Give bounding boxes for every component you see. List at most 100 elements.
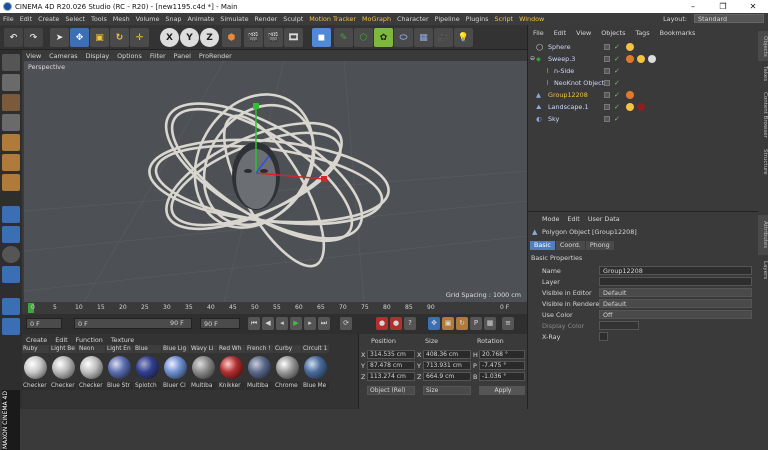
material-menu-create[interactable]: Create — [22, 336, 51, 344]
viewport[interactable]: Perspective Grid Spacing : 1000 cm — [24, 61, 527, 302]
material-swatch[interactable]: Circuit 1 Blue Me — [302, 345, 329, 407]
select-arrow-icon[interactable]: ➤ — [50, 28, 69, 47]
play-icon[interactable]: ▶ — [290, 317, 302, 330]
menu-plugins[interactable]: Plugins — [463, 15, 492, 23]
material-swatch[interactable]: Ruby Checker — [22, 345, 49, 407]
visibility-toggle[interactable] — [604, 80, 610, 86]
objects-menu-tags[interactable]: Tags — [630, 29, 654, 39]
objects-menu-file[interactable]: File — [528, 29, 549, 39]
menu-file[interactable]: File — [0, 15, 17, 23]
viewport-menu-view[interactable]: View — [22, 52, 45, 60]
material-tag-icon[interactable] — [637, 103, 645, 111]
material-tag-icon[interactable] — [626, 91, 634, 99]
texture-mode-icon[interactable] — [2, 94, 20, 111]
scale-tool-icon[interactable]: ▣ — [90, 28, 109, 47]
rotation-h-field[interactable]: 20.768 ° — [479, 350, 525, 359]
object-row-sphere[interactable]: ◯ Sphere ✓ — [528, 41, 758, 53]
rotation-p-field[interactable]: -7.475 ° — [479, 361, 525, 370]
viewport-menu-cameras[interactable]: Cameras — [45, 52, 81, 60]
size-z-field[interactable]: 664.9 cm — [423, 372, 471, 381]
material-swatch[interactable]: Neon Checker — [78, 345, 105, 407]
material-menu-function[interactable]: Function — [72, 336, 107, 344]
object-row-n-side[interactable]: ⌇ n-Side ✓ — [528, 65, 758, 77]
floor-icon[interactable]: ▦ — [414, 28, 433, 47]
next-frame-icon[interactable]: ▸ — [304, 317, 316, 330]
array-icon[interactable]: ✿ — [374, 28, 393, 47]
visibility-toggle[interactable] — [604, 68, 610, 74]
menu-sculpt[interactable]: Sculpt — [280, 15, 306, 23]
object-row-neoknot[interactable]: ⌇ NeoKnot Object ✓ — [528, 77, 758, 89]
tab-phong[interactable]: Phong — [585, 241, 614, 250]
side-tab-attributes[interactable]: Attributes — [758, 215, 768, 255]
name-field[interactable]: Group12208 — [599, 266, 752, 275]
material-swatch[interactable]: French ! Multiba — [246, 345, 273, 407]
phong-tag-icon[interactable] — [637, 55, 645, 63]
xray-checkbox[interactable] — [599, 332, 608, 341]
key-rotation-icon[interactable]: ↻ — [456, 317, 468, 330]
spline-pen-icon[interactable]: ✎ — [334, 28, 353, 47]
render-settings-icon[interactable]: 🎞 — [284, 28, 303, 47]
collapse-toggle-icon[interactable]: ⊖ — [530, 53, 535, 65]
points-mode-icon[interactable] — [2, 134, 20, 151]
side-tab-structure[interactable]: Structure — [758, 145, 768, 179]
deformer-icon[interactable]: ⬭ — [394, 28, 413, 47]
material-swatch[interactable]: Curby Chrome — [274, 345, 301, 407]
material-tag-icon[interactable] — [648, 55, 656, 63]
enabled-check-icon[interactable]: ✓ — [614, 89, 620, 101]
menu-window[interactable]: Window — [516, 15, 547, 23]
object-row-group12208[interactable]: ▲ Group12208 ✓ — [528, 89, 758, 101]
visibility-toggle[interactable] — [604, 104, 610, 110]
size-mode-dropdown[interactable]: Size — [423, 386, 471, 395]
enabled-check-icon[interactable]: ✓ — [614, 41, 620, 53]
material-swatch[interactable]: Light En Blue Str — [106, 345, 133, 407]
enabled-check-icon[interactable]: ✓ — [614, 101, 620, 113]
light-icon[interactable]: 💡 — [454, 28, 473, 47]
menu-motion-tracker[interactable]: Motion Tracker — [306, 15, 359, 23]
visible-in-editor-dropdown[interactable]: Default — [599, 288, 752, 297]
previous-frame-icon[interactable]: ◂ — [276, 317, 288, 330]
menu-simulate[interactable]: Simulate — [217, 15, 251, 23]
menu-volume[interactable]: Volume — [133, 15, 163, 23]
phong-tag-icon[interactable] — [626, 43, 634, 51]
key-pla-icon[interactable]: ▦ — [484, 317, 496, 330]
enabled-check-icon[interactable]: ✓ — [614, 53, 620, 65]
timeline-menu-icon[interactable]: ≡ — [502, 317, 514, 330]
camera-icon[interactable]: 🎥 — [434, 28, 453, 47]
viewport-menu-panel[interactable]: Panel — [170, 52, 195, 60]
layer-field[interactable] — [599, 277, 752, 286]
menu-pipeline[interactable]: Pipeline — [432, 15, 463, 23]
visibility-toggle[interactable] — [604, 56, 610, 62]
objects-menu-bookmarks[interactable]: Bookmarks — [655, 29, 701, 39]
key-scale-icon[interactable]: ▣ — [442, 317, 454, 330]
material-swatch[interactable]: Red Wh Knikker — [218, 345, 245, 407]
attribute-menu-user-data[interactable]: User Data — [584, 215, 624, 225]
menu-mesh[interactable]: Mesh — [110, 15, 133, 23]
attribute-menu-mode[interactable]: Mode — [528, 215, 563, 225]
move-tool-icon[interactable]: ✥ — [70, 28, 89, 47]
objects-menu-objects[interactable]: Objects — [596, 29, 630, 39]
previous-key-icon[interactable]: ◀ — [262, 317, 274, 330]
key-parameter-icon[interactable]: P — [470, 317, 482, 330]
close-button[interactable]: ✕ — [738, 0, 768, 13]
z-axis-button[interactable]: Z — [200, 28, 219, 47]
menu-animate[interactable]: Animate — [185, 15, 218, 23]
record-active-icon[interactable]: ● — [376, 317, 388, 330]
model-mode-icon[interactable] — [2, 74, 20, 91]
objects-menu-edit[interactable]: Edit — [549, 29, 571, 39]
snap-icon[interactable] — [2, 246, 20, 263]
polygons-mode-icon[interactable] — [2, 174, 20, 191]
menu-render[interactable]: Render — [252, 15, 281, 23]
material-menu-texture[interactable]: Texture — [107, 336, 138, 344]
object-row-sweep[interactable]: ⊖ ◈ Sweep.3 ✓ — [528, 53, 758, 65]
menu-select[interactable]: Select — [62, 15, 88, 23]
keyframe-selection-icon[interactable]: ? — [404, 317, 416, 330]
key-position-icon[interactable]: ✥ — [428, 317, 440, 330]
make-editable-icon[interactable] — [2, 54, 20, 71]
tweak-mode-icon[interactable] — [2, 226, 20, 243]
lock-workplane-icon[interactable] — [2, 266, 20, 283]
phong-tag-icon[interactable] — [626, 103, 634, 111]
redo-icon[interactable]: ↷ — [24, 28, 43, 47]
position-z-field[interactable]: 113.274 cm — [367, 372, 415, 381]
end-frame-field[interactable]: 90 F — [200, 318, 240, 329]
menu-mograph[interactable]: MoGraph — [359, 15, 394, 23]
